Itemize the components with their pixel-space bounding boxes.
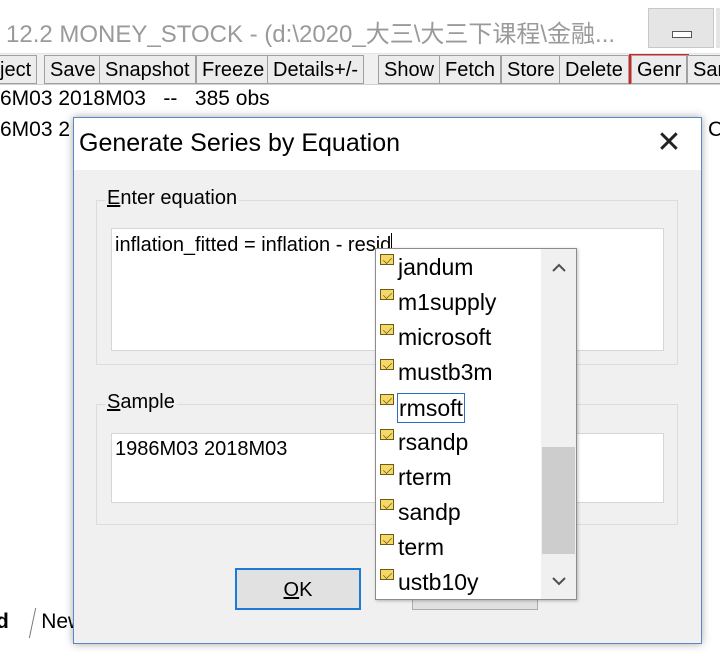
genr-button[interactable]: Genr (628, 54, 690, 84)
list-item[interactable]: rterm (376, 460, 541, 495)
list-item[interactable]: jandum (376, 250, 541, 285)
list-item[interactable]: sandp (376, 495, 541, 530)
list-item[interactable]: m1supply (376, 285, 541, 320)
object-button[interactable]: ject (0, 55, 38, 84)
series-icon (380, 534, 394, 545)
minimize-icon (672, 31, 692, 38)
series-icon (380, 359, 394, 370)
scroll-thumb[interactable] (542, 447, 575, 554)
minimize-button[interactable] (648, 8, 714, 48)
series-icon (380, 429, 394, 440)
snapshot-button[interactable]: Snapshot (99, 55, 196, 84)
tab-untitled[interactable]: d (0, 608, 9, 638)
window-title: 12.2 MONEY_STOCK - (d:\2020_大三\大三下课程\金融.… (6, 21, 616, 48)
freeze-button[interactable]: Freeze (196, 55, 271, 84)
series-icon (380, 464, 394, 475)
series-icon (380, 569, 394, 580)
vertical-scrollbar[interactable] (541, 249, 576, 599)
dialog-title: Generate Series by Equation (79, 129, 401, 157)
autocomplete-list: jandum m1supply microsoft mustb3m rmsoft… (375, 248, 577, 600)
workfile-toolbar: ject Save Snapshot Freeze Details+/- Sho… (0, 54, 720, 85)
dialog-titlebar: Generate Series by Equation ✕ (74, 118, 701, 170)
series-icon (380, 289, 394, 300)
series-icon (380, 394, 394, 405)
chevron-up-icon (551, 263, 566, 272)
scroll-down-icon[interactable] (541, 565, 576, 599)
workfile-range: 6M03 2018M03 -- 385 obs (0, 87, 270, 110)
series-icon (380, 324, 394, 335)
store-button[interactable]: Store (501, 55, 561, 84)
workfile-titlebar: 12.2 MONEY_STOCK - (d:\2020_大三\大三下课程\金融.… (0, 0, 720, 54)
list-item[interactable]: mustb3m (376, 355, 541, 390)
scroll-up-icon[interactable] (541, 251, 576, 285)
list-item[interactable]: term (376, 530, 541, 565)
equation-label: Enter equation (105, 187, 240, 210)
sample-label: Sample (105, 391, 177, 414)
series-icon (380, 254, 394, 265)
sample-text: 1986M03 2018M03 (115, 438, 288, 460)
list-item-focused[interactable]: rmsoft (376, 390, 541, 425)
list-item[interactable]: rsandp (376, 425, 541, 460)
close-icon[interactable]: ✕ (648, 128, 690, 160)
maximize-button[interactable] (716, 8, 720, 48)
delete-button[interactable]: Delete (559, 55, 629, 84)
save-button[interactable]: Save (44, 55, 102, 84)
ok-button[interactable]: OK (235, 568, 361, 610)
show-button[interactable]: Show (378, 55, 441, 84)
list-item[interactable]: ustb10y (376, 565, 541, 600)
chevron-down-icon (551, 577, 566, 586)
equation-text: inflation_fitted = inflation - resid (115, 234, 392, 256)
list-item[interactable]: microsoft (376, 320, 541, 355)
details-button[interactable]: Details+/- (267, 55, 365, 84)
fetch-button[interactable]: Fetch (439, 55, 502, 84)
workfile-edge-text: C (708, 118, 720, 141)
series-icon (380, 499, 394, 510)
workfile-sample: 6M03 2 (0, 118, 71, 141)
sample-button[interactable]: Sar (687, 55, 720, 84)
